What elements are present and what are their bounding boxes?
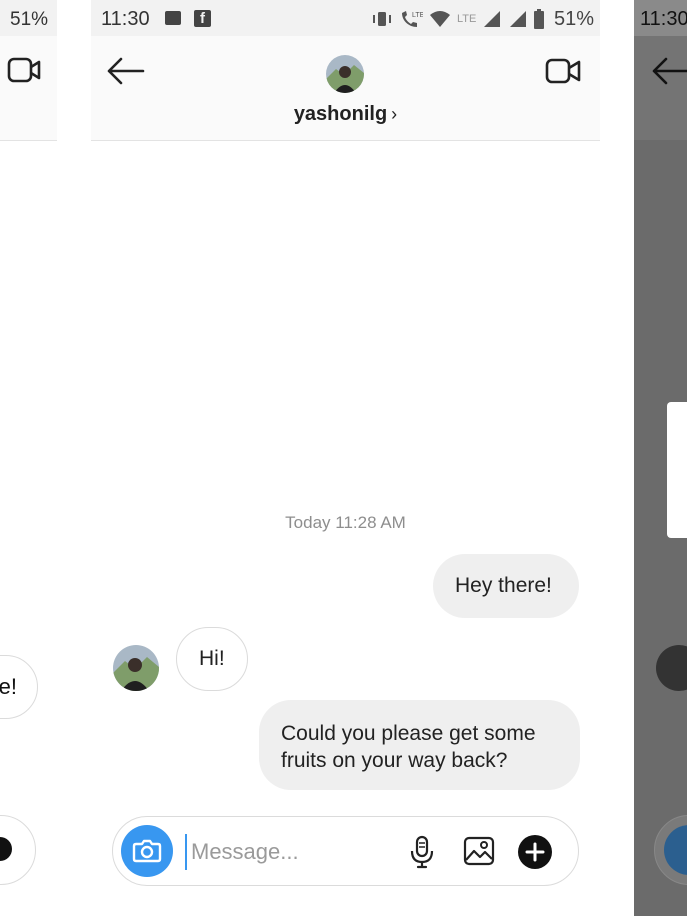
avatar (656, 645, 687, 691)
vibrate-icon (373, 12, 391, 26)
message-composer (112, 816, 579, 886)
svg-text:LTE: LTE (412, 12, 423, 19)
avatar-image (113, 645, 159, 691)
gallery-button[interactable] (463, 836, 495, 866)
video-call-icon (7, 57, 41, 83)
network-label: LTE (457, 13, 477, 25)
battery-icon (534, 9, 545, 29)
message-input[interactable] (185, 834, 413, 870)
back-button[interactable] (105, 56, 145, 86)
add-button[interactable] (518, 835, 552, 869)
video-call-button[interactable] (545, 54, 583, 88)
message-text: Could you please get some fruits on your… (281, 722, 536, 772)
wifi-icon (430, 11, 450, 27)
sent-message-bubble[interactable]: Could you please get some fruits on your… (259, 700, 580, 790)
battery-text: 51% (554, 8, 595, 30)
username-link[interactable]: yashonilg › (91, 103, 600, 126)
username: yashonilg (293, 103, 388, 125)
right-partial-screen: 11:30 (634, 0, 687, 916)
message-text: Hi! (199, 647, 225, 670)
left-status-bar: 51% (0, 0, 57, 36)
sent-message-bubble[interactable]: Hey there! (433, 554, 579, 618)
camera-icon (132, 839, 162, 863)
chevron-right-icon: › (391, 104, 398, 124)
signal-icon (510, 11, 527, 27)
left-battery-text: 51% (10, 9, 49, 30)
microphone-button[interactable] (409, 835, 435, 869)
status-bar: 11:30 f LTE LTE 51% (91, 0, 600, 36)
status-icons: LTE LTE (371, 8, 556, 30)
camera-button[interactable] (121, 825, 173, 877)
image-icon (165, 11, 181, 25)
message-text: e! (0, 674, 17, 699)
sender-avatar[interactable] (113, 645, 159, 691)
chat-header: yashonilg › (91, 36, 600, 141)
message-text: Hey there! (455, 574, 552, 597)
right-status-bar: 11:30 (634, 0, 687, 36)
dialog-edge (667, 402, 687, 538)
avatar-image (326, 55, 364, 93)
chat-screen: 11:30 f LTE LTE 51% yashonilg › Today 11… (91, 0, 600, 916)
right-chat-header (634, 36, 687, 140)
back-arrow-icon (652, 57, 687, 85)
avatar[interactable] (326, 55, 364, 93)
signal-icon (484, 11, 501, 27)
facebook-icon: f (194, 10, 211, 27)
received-message-bubble[interactable]: Hi! (176, 627, 248, 691)
lte-call-icon: LTE (402, 11, 423, 27)
right-status-time: 11:30 (640, 8, 687, 30)
status-time: 11:30 (101, 8, 150, 30)
left-partial-screen: 51% e! (0, 0, 57, 916)
message-bubble: e! (0, 655, 38, 719)
left-chat-header (0, 36, 57, 141)
conversation-timestamp: Today 11:28 AM (285, 513, 406, 532)
plus-icon (525, 842, 545, 862)
